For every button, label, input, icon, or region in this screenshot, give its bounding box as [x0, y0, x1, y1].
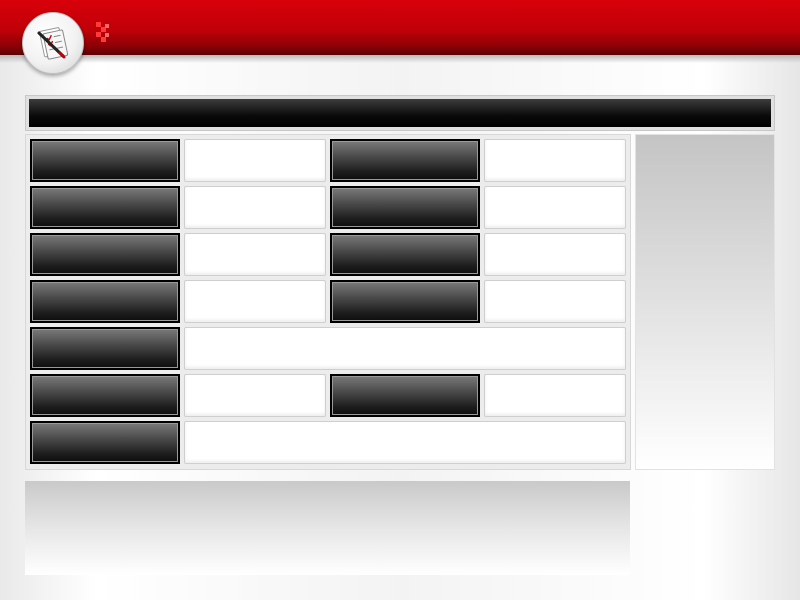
cell-text	[332, 282, 478, 306]
header-cell-r5-c1	[30, 327, 180, 370]
header-cell-r7-c1	[30, 421, 180, 464]
cell-text	[485, 234, 625, 258]
value-cell-r6-c4[interactable]	[484, 374, 626, 417]
value-cell-r3-c4[interactable]	[484, 233, 626, 276]
cell-text	[485, 375, 625, 399]
value-cell-r2-c2[interactable]	[184, 186, 326, 229]
header-shadow	[0, 55, 800, 63]
cell-text	[332, 376, 478, 400]
header-cell-r1-c3	[330, 139, 480, 182]
table-panel	[25, 134, 631, 470]
checklist-pencil-icon	[22, 12, 84, 74]
title-bar-text	[29, 99, 771, 109]
header-cell-r6-c3	[330, 374, 480, 417]
value-cell-r3-c2[interactable]	[184, 233, 326, 276]
header-cell-r3-c1	[30, 233, 180, 276]
cell-text	[485, 187, 625, 211]
cell-text	[185, 422, 625, 446]
value-cell-r1-c4[interactable]	[484, 139, 626, 182]
header-cell-r2-c3	[330, 186, 480, 229]
value-cell-r7-c2[interactable]	[184, 421, 626, 464]
cell-text	[185, 281, 325, 305]
cell-text	[32, 282, 178, 306]
header-cell-r4-c3	[330, 280, 480, 323]
header-cell-r6-c1	[30, 374, 180, 417]
cell-text	[32, 235, 178, 259]
side-panel	[635, 134, 775, 470]
cell-text	[32, 329, 178, 353]
bottom-panel	[25, 481, 630, 575]
value-cell-r4-c4[interactable]	[484, 280, 626, 323]
value-cell-r4-c2[interactable]	[184, 280, 326, 323]
cell-text	[32, 188, 178, 212]
cell-text	[332, 141, 478, 165]
value-cell-r5-c2[interactable]	[184, 327, 626, 370]
cell-text	[185, 375, 325, 399]
header-cell-r1-c1	[30, 139, 180, 182]
cell-text	[185, 328, 625, 352]
cell-text	[332, 188, 478, 212]
cell-text	[332, 235, 478, 259]
value-cell-r6-c2[interactable]	[184, 374, 326, 417]
cell-text	[185, 187, 325, 211]
value-cell-r2-c4[interactable]	[484, 186, 626, 229]
checker-pattern-icon	[96, 22, 109, 42]
header-cell-r4-c1	[30, 280, 180, 323]
header-bar	[0, 0, 800, 55]
title-bar	[26, 96, 774, 130]
header-cell-r3-c3	[330, 233, 480, 276]
cell-text	[32, 423, 178, 447]
cell-text	[32, 376, 178, 400]
cell-text	[32, 141, 178, 165]
header-cell-r2-c1	[30, 186, 180, 229]
cell-text	[185, 234, 325, 258]
cell-text	[485, 281, 625, 305]
cell-text	[485, 140, 625, 164]
cell-text	[185, 140, 325, 164]
value-cell-r1-c2[interactable]	[184, 139, 326, 182]
